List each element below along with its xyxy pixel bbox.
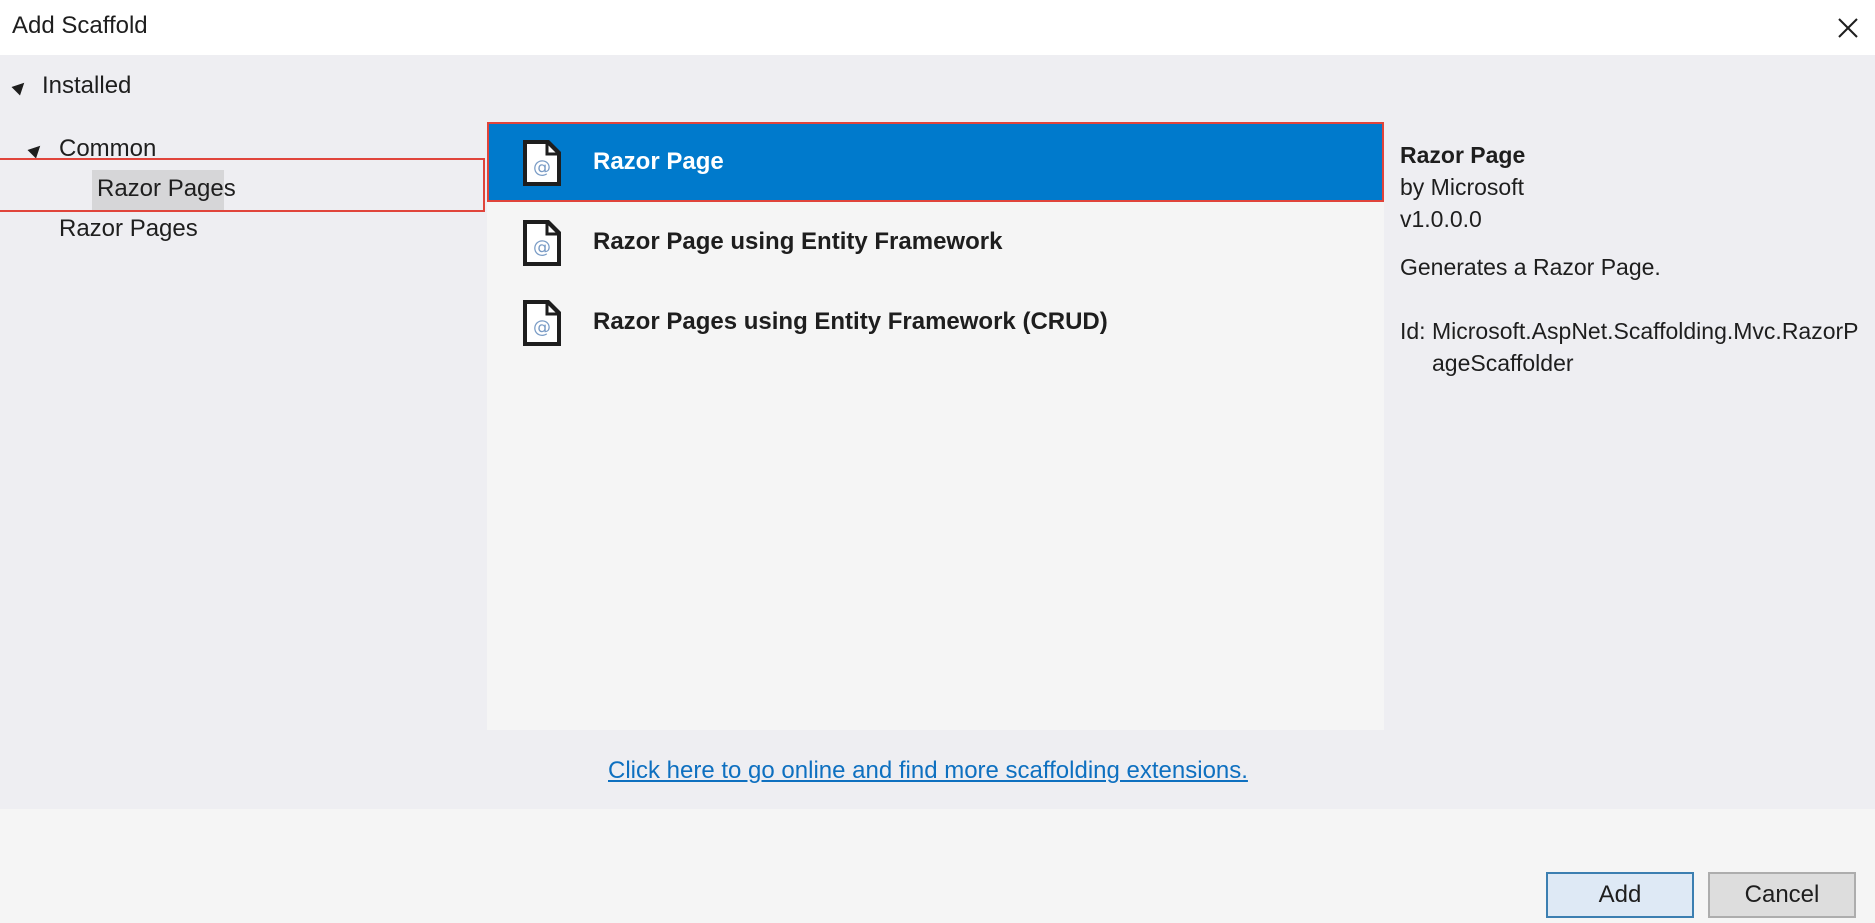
tree-node-razor-pages[interactable]: Razor Pages [59,215,198,243]
list-item-razor-pages-ef-crud[interactable]: @ Razor Pages using Entity Framework (CR… [487,282,1384,362]
list-item-razor-page-ef[interactable]: @ Razor Page using Entity Framework [487,202,1384,282]
highlight-box [0,158,485,212]
list-item-label: Razor Page [593,148,724,175]
list-item-label: Razor Pages using Entity Framework (CRUD… [593,308,1108,335]
razor-file-icon: @ [515,296,569,350]
razor-file-icon: @ [515,136,569,190]
svg-text:@: @ [533,317,551,338]
svg-text:@: @ [533,157,551,178]
collapse-triangle-icon[interactable] [27,141,45,159]
details-id-value-cont: ageScaffolder [1432,350,1574,376]
dialog-title: Add Scaffold [12,12,148,39]
scaffold-list: @ Razor Page @ Razor Page using Entity F… [487,122,1384,730]
details-id-label: Id: [1400,318,1426,344]
svg-text:@: @ [533,237,551,258]
tree-label: Installed [42,72,132,99]
details-description: Generates a Razor Page. [1400,254,1661,280]
list-item-razor-page[interactable]: @ Razor Page [487,122,1384,202]
list-item-label: Razor Page using Entity Framework [593,228,1003,255]
razor-file-icon: @ [515,216,569,270]
collapse-triangle-icon[interactable] [11,78,29,96]
add-button[interactable]: Add [1546,872,1694,918]
details-version: v1.0.0.0 [1400,206,1482,232]
details-id-value: Microsoft.AspNet.Scaffolding.Mvc.RazorP [1432,318,1859,344]
details-name: Razor Page [1400,142,1526,168]
online-extensions-link[interactable]: Click here to go online and find more sc… [608,757,1248,785]
close-icon[interactable] [1832,12,1864,44]
details-author: by Microsoft [1400,174,1524,200]
cancel-button[interactable]: Cancel [1708,872,1856,918]
title-bar: Add Scaffold [0,0,1875,55]
